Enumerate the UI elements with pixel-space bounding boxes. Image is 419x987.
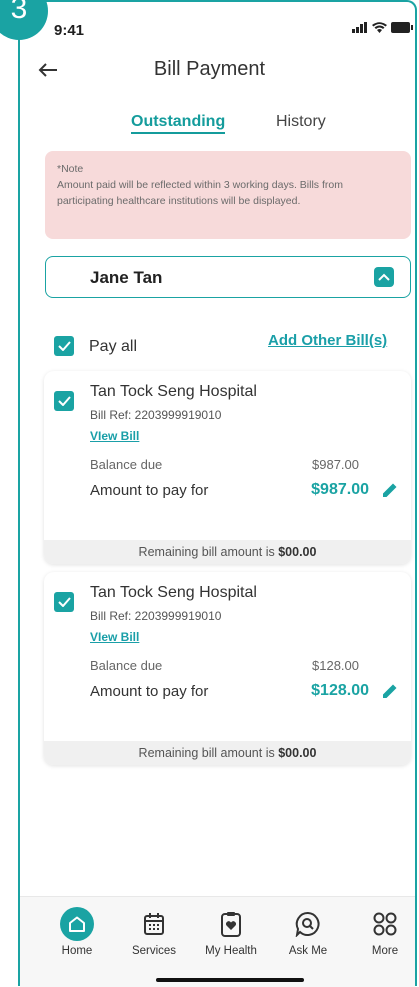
amount-to-pay-value: $987.00: [311, 481, 369, 498]
view-bill-link[interactable]: VIew Bill: [90, 429, 139, 443]
nav-my-health-label: My Health: [205, 945, 257, 957]
calendar-icon: [144, 913, 164, 935]
amount-to-pay-label: Amount to pay for: [90, 482, 209, 499]
hospital-name: Tan Tock Seng Hospital: [90, 383, 257, 400]
patient-name: Jane Tan: [90, 268, 163, 287]
status-time: 9:41: [54, 22, 85, 39]
bill-checkbox[interactable]: [54, 391, 74, 411]
tab-history[interactable]: History: [276, 113, 326, 131]
remaining-amount: Remaining bill amount is $00.00: [44, 741, 411, 765]
nav-more[interactable]: More: [350, 907, 419, 957]
balance-due-value: $128.00: [312, 658, 359, 673]
bill-card: Tan Tock Seng Hospital Bill Ref: 2203999…: [44, 572, 411, 765]
hospital-name: Tan Tock Seng Hospital: [90, 584, 257, 601]
pencil-icon[interactable]: [381, 682, 399, 705]
pencil-icon[interactable]: [381, 481, 399, 504]
patient-select[interactable]: Jane Tan: [45, 256, 411, 298]
clipboard-heart-icon: [221, 912, 241, 937]
note-box: *Note Amount paid will be reflected with…: [45, 151, 411, 239]
view-bill-link[interactable]: VIew Bill: [90, 630, 139, 644]
grid-icon: [373, 912, 397, 936]
wifi-icon: [372, 22, 387, 33]
status-icons: [352, 22, 413, 33]
check-icon: [57, 341, 71, 351]
page-title: Bill Payment: [153, 58, 266, 80]
signal-icon: [352, 22, 367, 33]
chevron-up-icon[interactable]: [374, 267, 394, 287]
battery-icon: [391, 22, 413, 33]
note-title: *Note: [57, 163, 84, 175]
nav-ask-me[interactable]: Ask Me: [273, 907, 343, 957]
remaining-amount: Remaining bill amount is $00.00: [44, 540, 411, 564]
nav-home-label: Home: [61, 945, 93, 957]
bill-checkbox[interactable]: [54, 592, 74, 612]
nav-my-health[interactable]: My Health: [196, 907, 266, 957]
nav-more-label: More: [371, 945, 399, 957]
bill-ref: Bill Ref: 2203999919010: [90, 408, 222, 422]
add-other-bill-link[interactable]: Add Other Bill(s): [268, 332, 387, 349]
bill-ref: Bill Ref: 2203999919010: [90, 609, 222, 623]
check-icon: [57, 396, 71, 406]
balance-due-label: Balance due: [90, 457, 163, 472]
chat-search-icon: [295, 911, 320, 937]
note-body: Amount paid will be reflected within 3 w…: [57, 179, 343, 207]
amount-to-pay-value: $128.00: [311, 682, 369, 699]
nav-services[interactable]: Services: [119, 907, 189, 957]
nav-ask-me-label: Ask Me: [288, 945, 328, 957]
nav-services-label: Services: [131, 945, 177, 957]
amount-to-pay-label: Amount to pay for: [90, 683, 209, 700]
home-icon: [60, 907, 94, 941]
tab-outstanding[interactable]: Outstanding: [131, 113, 226, 134]
balance-due-value: $987.00: [312, 457, 359, 472]
pay-all-checkbox[interactable]: [54, 336, 74, 356]
bill-card: Tan Tock Seng Hospital Bill Ref: 2203999…: [44, 371, 411, 564]
check-icon: [57, 597, 71, 607]
nav-home[interactable]: Home: [42, 907, 112, 957]
balance-due-label: Balance due: [90, 658, 163, 673]
home-indicator: [156, 978, 304, 982]
bottom-tab-bar: Home Services My Health Ask Me More: [20, 896, 415, 987]
pay-all-label: Pay all: [89, 338, 138, 355]
